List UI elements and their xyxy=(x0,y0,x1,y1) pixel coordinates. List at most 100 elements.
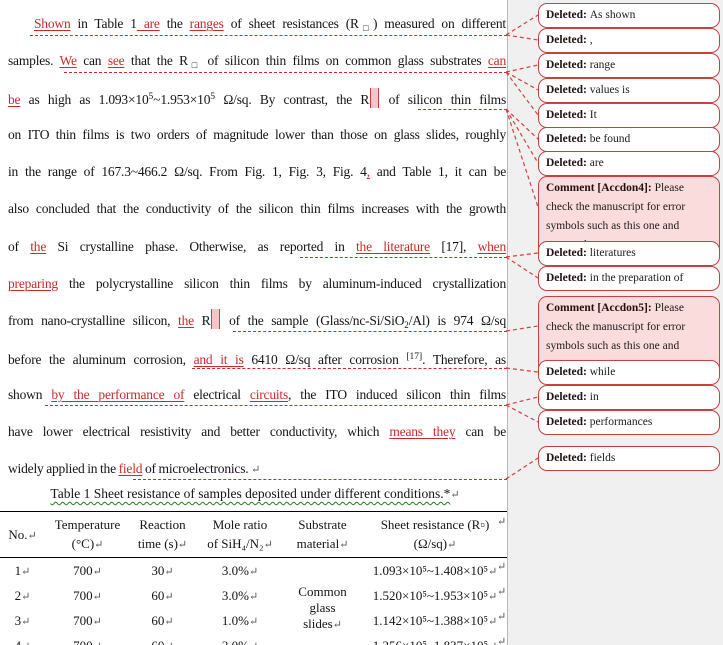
markup-panel: Deleted: As shownDeleted: ,Deleted: rang… xyxy=(507,0,723,645)
table-cell[interactable]: 4↵ xyxy=(0,633,45,645)
table-header: No.↵Temperature(°C)↵Reactiontime (s)↵Mol… xyxy=(0,512,507,558)
table-cell[interactable]: 3.0%↵ xyxy=(195,558,285,584)
inserted-text: Shown xyxy=(34,16,71,31)
text-segment: before the aluminum corrosion, xyxy=(8,352,194,367)
cell-end-mark: ↵ xyxy=(249,591,258,603)
row-end-mark: ↵ xyxy=(497,515,507,528)
document-page[interactable]: Shown in Table 1 are the ranges of sheet… xyxy=(0,0,507,645)
table-cell[interactable]: 2↵ xyxy=(0,583,45,608)
deleted-balloon[interactable]: Deleted: be found xyxy=(538,127,720,152)
deletion-connector-line xyxy=(418,109,507,110)
text-segment: ~1.953×10 xyxy=(153,92,210,107)
inserted-text: We xyxy=(59,53,76,68)
text-segment: of silicon thin films on common glass su… xyxy=(201,53,488,68)
inserted-text: are xyxy=(137,16,160,31)
cell-end-mark: ↵ xyxy=(488,566,497,578)
cell-end-mark: ↵ xyxy=(264,539,273,551)
header-line: Temperature xyxy=(45,515,130,534)
text-line: in the range of 167.3~466.2 Ω/sq. From F… xyxy=(8,153,506,190)
inserted-text: means they xyxy=(389,424,455,439)
text-segment: of sheet resistances (R xyxy=(224,16,359,31)
text-segment: from nano-crystalline silicon, xyxy=(8,313,178,328)
deleted-balloon[interactable]: Deleted: while xyxy=(538,360,720,385)
table-cell[interactable]: 60↵ xyxy=(130,633,195,645)
balloon-label: Deleted: xyxy=(546,133,590,145)
table-cell[interactable]: 3.0%↵ xyxy=(195,583,285,608)
inserted-text: circuits xyxy=(250,387,288,402)
table-row: 3↵700↵60↵1.0%↵ 1.142×10⁵~1.388×10⁵↵ xyxy=(0,608,507,633)
substrate-line: slides↵ xyxy=(285,616,360,632)
deletion-connector-line xyxy=(30,35,507,36)
column-header: Reactiontime (s)↵ xyxy=(130,512,195,558)
table-cell[interactable]: 30↵ xyxy=(130,558,195,584)
table-cell[interactable]: 700↵ xyxy=(45,608,130,633)
table-cell[interactable]: 700↵ xyxy=(45,583,130,608)
table-cell[interactable]: 60↵ xyxy=(130,583,195,608)
sheet-resistance-cell[interactable]: 1.093×10⁵~1.408×10⁵↵ xyxy=(360,558,507,584)
cell-end-mark: ↵ xyxy=(339,539,348,551)
table-cell[interactable]: 1↵ xyxy=(0,558,45,584)
text-segment: widely applied in the xyxy=(8,461,119,476)
text-line: of the Si crystalline phase. Otherwise, … xyxy=(8,228,506,265)
sheet-resistance-cell[interactable]: 1.520×10⁵~1.953×10⁵↵ xyxy=(360,583,507,608)
paragraph[interactable]: Shown in Table 1 are the ranges of sheet… xyxy=(8,5,506,487)
table-cell[interactable]: 1.0%↵ xyxy=(195,608,285,633)
deleted-balloon[interactable]: Deleted: performances xyxy=(538,410,720,435)
header-line: Reaction xyxy=(130,515,195,534)
table-cell[interactable]: 700↵ xyxy=(45,558,130,584)
table-cell[interactable]: 700↵ xyxy=(45,633,130,645)
text-segment: [17], xyxy=(430,239,478,254)
text-segment: . Therefore, as xyxy=(422,352,506,367)
text-segment: ↵ xyxy=(251,464,260,476)
caption-text: Table 1 Sheet resistance of samples depo… xyxy=(50,486,450,501)
deleted-balloon[interactable]: Deleted: fields xyxy=(538,446,720,471)
text-segment: have lower electrical resistivity and be… xyxy=(8,424,389,439)
deleted-balloon[interactable]: Deleted: values is xyxy=(538,78,720,103)
balloon-label: Deleted: xyxy=(546,366,590,378)
error-symbol-box xyxy=(211,309,220,329)
sheet-resistance-cell[interactable]: 1.256×10⁵~1.837×10⁵↵ xyxy=(360,633,507,645)
cell-end-mark: ↵ xyxy=(164,641,173,645)
text-segment: of the sample (Glass/nc-Si/SiO xyxy=(221,313,404,328)
deleted-balloon[interactable]: Deleted: range xyxy=(538,53,720,78)
text-segment: can xyxy=(77,53,108,68)
balloon-label: Deleted: xyxy=(546,416,590,428)
deleted-balloon[interactable]: Deleted: are xyxy=(538,151,720,176)
inserted-text: and it is xyxy=(194,352,244,367)
inserted-text: can xyxy=(488,53,506,68)
table-cell[interactable]: 60↵ xyxy=(130,608,195,633)
table-cell[interactable]: 3↵ xyxy=(0,608,45,633)
deleted-balloon[interactable]: Deleted: in the preparation of xyxy=(538,266,720,291)
deleted-balloon[interactable]: Deleted: in xyxy=(538,385,720,410)
cell-end-mark: ↵ xyxy=(178,539,187,551)
balloon-text: literatures xyxy=(590,247,636,259)
deleted-balloon[interactable]: Deleted: It xyxy=(538,103,720,128)
cell-end-mark: ↵ xyxy=(21,616,30,628)
balloon-label: Deleted: xyxy=(546,109,590,121)
data-table[interactable]: No.↵Temperature(°C)↵Reactiontime (s)↵Mol… xyxy=(0,511,507,645)
inserted-text: preparing xyxy=(8,276,58,291)
deleted-balloon[interactable]: Deleted: literatures xyxy=(538,241,720,266)
balloon-text: while xyxy=(590,366,616,378)
balloon-text: range xyxy=(590,59,616,71)
deleted-balloon[interactable]: Deleted: As shown xyxy=(538,3,720,28)
cell-end-mark: ↵ xyxy=(21,591,30,603)
balloon-text: in xyxy=(590,391,599,403)
row-end-mark: ↵ xyxy=(497,585,507,598)
header-line: (Ω/sq)↵ xyxy=(360,534,507,555)
text-segment: Ω/sq. By contrast, the R xyxy=(215,92,369,107)
text-line: Shown in Table 1 are the ranges of sheet… xyxy=(8,5,506,42)
text-segment: the polycrystalline silicon thin films b… xyxy=(58,276,506,291)
substrate-merged-cell[interactable]: Common glassslides↵ xyxy=(285,558,360,645)
deleted-balloon[interactable]: Deleted: , xyxy=(538,28,720,53)
balloon-label: Comment [Accdon4]: xyxy=(546,182,655,194)
table-cell[interactable]: 2.0%↵ xyxy=(195,633,285,645)
balloon-text: It xyxy=(590,109,597,121)
sheet-resistance-cell[interactable]: 1.142×10⁵~1.388×10⁵↵ xyxy=(360,608,507,633)
error-symbol-box xyxy=(370,88,379,108)
balloon-label: Deleted: xyxy=(546,34,590,46)
text-segment: of xyxy=(8,239,30,254)
table-row: 1↵700↵30↵3.0%↵Common glassslides↵1.093×1… xyxy=(0,558,507,584)
text-segment: as high as 1.093×10 xyxy=(20,92,148,107)
text-segment: samples. xyxy=(8,53,59,68)
